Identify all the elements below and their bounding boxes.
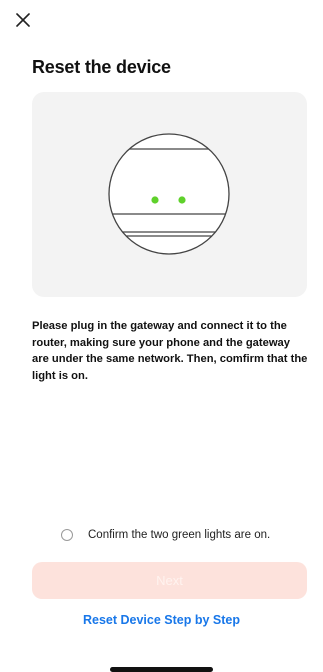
gateway-device-illustration [108,133,230,255]
reset-step-by-step-link[interactable]: Reset Device Step by Step [0,613,323,627]
home-indicator[interactable] [110,667,213,672]
confirm-label: Confirm the two green lights are on. [88,529,271,541]
confirm-lights-option[interactable]: Confirm the two green lights are on. [61,526,270,544]
next-button[interactable]: Next [32,562,307,599]
confirm-radio[interactable] [61,529,73,541]
green-light-left [151,196,159,204]
page-title: Reset the device [32,57,171,77]
close-icon [16,13,30,27]
close-button[interactable] [12,9,34,31]
device-illustration-card [32,92,307,297]
green-light-right [178,196,186,204]
instructions-text: Please plug in the gateway and connect i… [32,320,308,382]
